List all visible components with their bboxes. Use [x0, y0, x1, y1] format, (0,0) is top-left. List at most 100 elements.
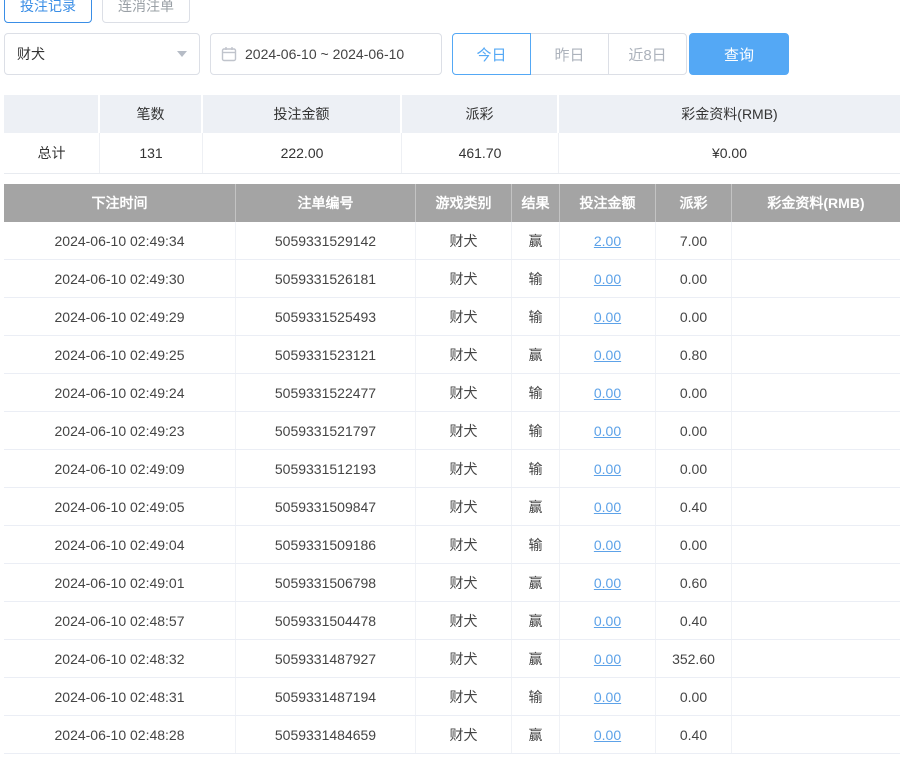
table-row: 2024-06-10 02:48:285059331484659财犬赢0.000… — [4, 716, 900, 754]
bet-amount-link[interactable]: 0.00 — [594, 385, 621, 401]
bet-amount-cell: 0.00 — [560, 678, 656, 715]
summary-total-row: 总计 131 222.00 461.70 ¥0.00 — [4, 133, 900, 174]
table-row: 2024-06-10 02:49:295059331525493财犬输0.000… — [4, 298, 900, 336]
chevron-down-icon — [177, 51, 187, 57]
search-button[interactable]: 查询 — [689, 33, 789, 75]
order-id-cell: 5059331526181 — [236, 260, 416, 297]
table-row: 2024-06-10 02:49:235059331521797财犬输0.000… — [4, 412, 900, 450]
bet-amount-link[interactable]: 0.00 — [594, 309, 621, 325]
order-id-cell: 5059331521797 — [236, 412, 416, 449]
bet-amount-link[interactable]: 0.00 — [594, 727, 621, 743]
bonus-cell — [732, 260, 900, 297]
bet-amount-cell: 2.00 — [560, 222, 656, 259]
bet-amount-cell: 0.00 — [560, 450, 656, 487]
bet-amount-cell: 0.00 — [560, 374, 656, 411]
result-cell: 输 — [512, 678, 560, 715]
payout-cell: 0.00 — [656, 412, 732, 449]
game-type-cell: 财犬 — [416, 564, 512, 601]
bet-time-cell: 2024-06-10 02:49:25 — [4, 336, 236, 373]
bet-amount-link[interactable]: 0.00 — [594, 423, 621, 439]
table-row: 2024-06-10 02:49:245059331522477财犬输0.000… — [4, 374, 900, 412]
bet-amount-link[interactable]: 0.00 — [594, 575, 621, 591]
bet-amount-cell: 0.00 — [560, 526, 656, 563]
order-id-cell: 5059331509847 — [236, 488, 416, 525]
result-cell: 赢 — [512, 640, 560, 677]
bet-amount-link[interactable]: 0.00 — [594, 499, 621, 515]
bet-amount-link[interactable]: 0.00 — [594, 347, 621, 363]
result-cell: 输 — [512, 526, 560, 563]
order-id-cell: 5059331512193 — [236, 450, 416, 487]
table-row: 2024-06-10 02:48:315059331487194财犬输0.000… — [4, 678, 900, 716]
range-today-button[interactable]: 今日 — [452, 33, 531, 75]
range-yesterday-button[interactable]: 昨日 — [530, 33, 609, 75]
bonus-cell — [732, 336, 900, 373]
bet-time-cell: 2024-06-10 02:49:24 — [4, 374, 236, 411]
table-row: 2024-06-10 02:49:015059331506798财犬赢0.000… — [4, 564, 900, 602]
table-row: 2024-06-10 02:49:305059331526181财犬输0.000… — [4, 260, 900, 298]
payout-cell: 0.00 — [656, 260, 732, 297]
game-type-cell: 财犬 — [416, 488, 512, 525]
game-type-cell: 财犬 — [416, 678, 512, 715]
table-row: 2024-06-10 02:48:575059331504478财犬赢0.000… — [4, 602, 900, 640]
bonus-cell — [732, 298, 900, 335]
bet-amount-link[interactable]: 0.00 — [594, 689, 621, 705]
bet-time-cell: 2024-06-10 02:49:09 — [4, 450, 236, 487]
game-select-value: 财犬 — [17, 44, 45, 64]
bet-time-cell: 2024-06-10 02:49:30 — [4, 260, 236, 297]
summary-total-bonus: ¥0.00 — [559, 133, 900, 173]
result-cell: 赢 — [512, 564, 560, 601]
bonus-cell — [732, 412, 900, 449]
bet-amount-link[interactable]: 0.00 — [594, 271, 621, 287]
bet-time-cell: 2024-06-10 02:48:28 — [4, 716, 236, 753]
range-last8days-button[interactable]: 近8日 — [608, 33, 687, 75]
table-row: 2024-06-10 02:49:045059331509186财犬输0.000… — [4, 526, 900, 564]
bet-amount-link[interactable]: 0.00 — [594, 651, 621, 667]
summary-header-empty — [4, 95, 100, 133]
bet-amount-cell: 0.00 — [560, 640, 656, 677]
bet-amount-link[interactable]: 0.00 — [594, 613, 621, 629]
bet-amount-cell: 0.00 — [560, 716, 656, 753]
table-row: 2024-06-10 02:48:325059331487927财犬赢0.003… — [4, 640, 900, 678]
bet-time-cell: 2024-06-10 02:49:04 — [4, 526, 236, 563]
summary-table: 笔数 投注金额 派彩 彩金资料(RMB) 总计 131 222.00 461.7… — [4, 95, 900, 174]
bet-time-cell: 2024-06-10 02:49:05 — [4, 488, 236, 525]
result-cell: 赢 — [512, 602, 560, 639]
header-result: 结果 — [512, 184, 560, 222]
payout-cell: 352.60 — [656, 640, 732, 677]
result-cell: 赢 — [512, 336, 560, 373]
bet-amount-cell: 0.00 — [560, 260, 656, 297]
game-select[interactable]: 财犬 — [4, 33, 200, 75]
payout-cell: 0.80 — [656, 336, 732, 373]
bet-amount-link[interactable]: 0.00 — [594, 461, 621, 477]
bonus-cell — [732, 640, 900, 677]
bet-amount-link[interactable]: 2.00 — [594, 233, 621, 249]
bet-amount-cell: 0.00 — [560, 412, 656, 449]
bonus-cell — [732, 526, 900, 563]
payout-cell: 0.00 — [656, 450, 732, 487]
payout-cell: 0.40 — [656, 716, 732, 753]
bet-amount-cell: 0.00 — [560, 488, 656, 525]
date-range-input[interactable]: 2024-06-10 ~ 2024-06-10 — [210, 33, 442, 75]
result-cell: 赢 — [512, 488, 560, 525]
bet-time-cell: 2024-06-10 02:48:32 — [4, 640, 236, 677]
tab-cancelled-orders[interactable]: 连消注单 — [102, 0, 190, 23]
header-bonus: 彩金资料(RMB) — [732, 184, 900, 222]
bet-amount-link[interactable]: 0.00 — [594, 537, 621, 553]
header-game-type: 游戏类别 — [416, 184, 512, 222]
bet-time-cell: 2024-06-10 02:48:57 — [4, 602, 236, 639]
payout-cell: 0.60 — [656, 564, 732, 601]
quick-range-group: 今日 昨日 近8日 — [452, 33, 687, 75]
result-cell: 赢 — [512, 222, 560, 259]
summary-total-label: 总计 — [4, 133, 100, 173]
tab-bet-records[interactable]: 投注记录 — [4, 0, 92, 23]
table-row: 2024-06-10 02:49:095059331512193财犬输0.000… — [4, 450, 900, 488]
bonus-cell — [732, 450, 900, 487]
bet-time-cell: 2024-06-10 02:49:23 — [4, 412, 236, 449]
table-row: 2024-06-10 02:49:255059331523121财犬赢0.000… — [4, 336, 900, 374]
bet-amount-cell: 0.00 — [560, 336, 656, 373]
header-bet-amount: 投注金额 — [560, 184, 656, 222]
order-id-cell: 5059331525493 — [236, 298, 416, 335]
bet-time-cell: 2024-06-10 02:49:34 — [4, 222, 236, 259]
game-type-cell: 财犬 — [416, 716, 512, 753]
table-row: 2024-06-10 02:49:055059331509847财犬赢0.000… — [4, 488, 900, 526]
